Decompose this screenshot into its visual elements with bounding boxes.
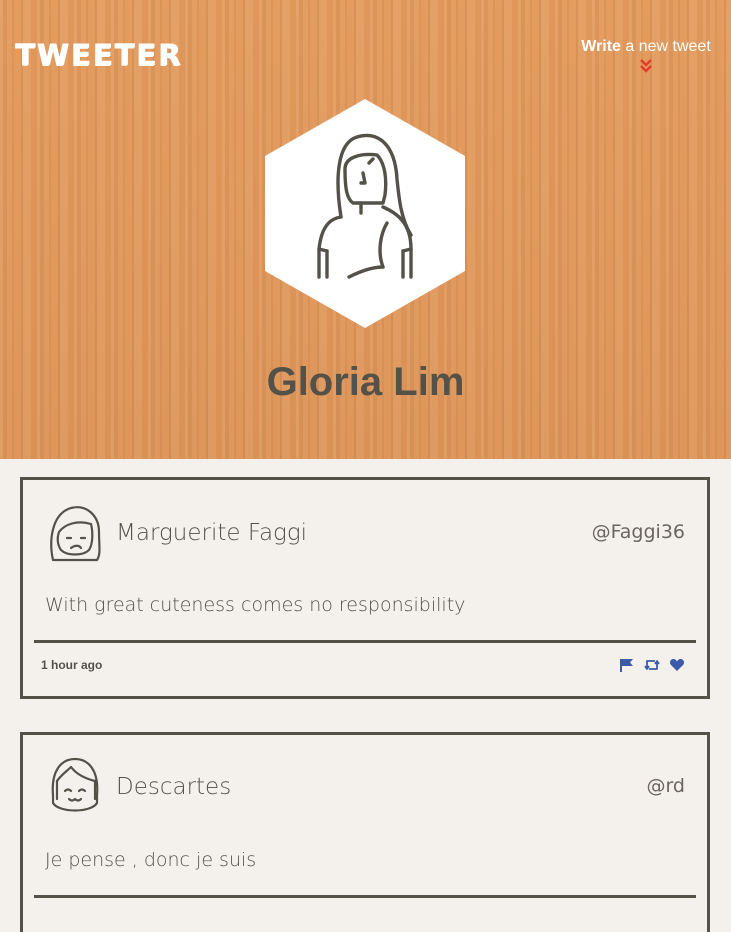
flag-icon[interactable] [619, 658, 635, 672]
tweet-text: With great cuteness comes no responsibil… [45, 594, 466, 616]
profile-first-name: Gloria [266, 360, 383, 404]
tweet-card: Marguerite Faggi @Faggi36 With great cut… [20, 477, 710, 699]
retweet-icon[interactable] [644, 658, 660, 672]
tweet-author-handle[interactable]: @Faggi36 [592, 521, 685, 543]
logo[interactable]: TWEETER [15, 38, 182, 72]
write-label-rest: a new tweet [620, 38, 711, 55]
profile-header: TWEETER Write a new tweet Gloria Lim [0, 0, 731, 459]
heart-icon[interactable] [669, 658, 685, 672]
write-tweet-button[interactable]: Write a new tweet [566, 38, 726, 74]
tweet-timestamp: 1 hour ago [41, 658, 103, 672]
tweet-card: Descartes @rd Je pense , donc je suis [20, 732, 710, 932]
tweet-author-name[interactable]: Marguerite Faggi [116, 520, 307, 546]
profile-avatar [265, 99, 465, 328]
tweet-avatar [50, 506, 101, 562]
double-chevron-down-icon [640, 59, 652, 73]
tweet-author-name[interactable]: Descartes [116, 774, 231, 800]
tweet-author-handle[interactable]: @rd [646, 775, 685, 797]
write-label-bold: Write [581, 38, 621, 55]
profile-last-name: Lim [393, 360, 465, 404]
tweet-divider [34, 895, 696, 898]
tweet-avatar [51, 757, 99, 812]
tweet-actions [619, 658, 685, 672]
tweet-divider [34, 640, 696, 643]
profile-name: Gloria Lim [0, 360, 731, 405]
tweet-text: Je pense , donc je suis [45, 849, 257, 871]
